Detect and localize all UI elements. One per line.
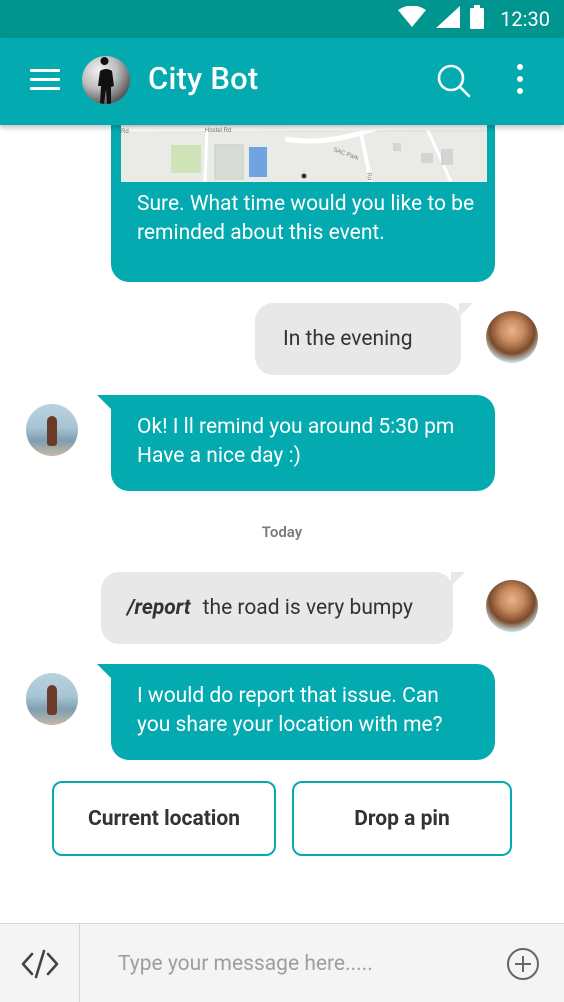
- drop-a-pin-button[interactable]: Drop a pin: [292, 781, 512, 856]
- search-icon[interactable]: [436, 63, 472, 99]
- command-text: /report: [127, 595, 191, 620]
- map-label: Hostel Rd: [205, 128, 231, 134]
- message-text: Sure. What time would you like to be rem…: [137, 192, 475, 245]
- user-message: /report the road is very bumpy: [101, 572, 465, 644]
- message-text: Ok! I ll remind you around 5:30 pm Have …: [137, 415, 455, 468]
- chat-area[interactable]: Rd Hostel Rd SAC Park Rd Sure. What time…: [0, 125, 564, 923]
- signal-icon: [436, 6, 461, 32]
- message-text: the road is very bumpy: [202, 595, 413, 620]
- bot-avatar-small[interactable]: [26, 404, 78, 456]
- bot-message: I would do report that issue. Can you sh…: [97, 664, 495, 760]
- silhouette-icon: [98, 57, 114, 104]
- wifi-icon: [398, 5, 427, 32]
- bot-avatar-small[interactable]: [26, 673, 78, 725]
- bot-message: Ok! I ll remind you around 5:30 pm Have …: [97, 395, 495, 491]
- composer-bar: [0, 923, 564, 1002]
- message-input[interactable]: [100, 944, 480, 984]
- add-circle-icon[interactable]: [506, 947, 540, 981]
- app-bar: City Bot: [0, 38, 564, 125]
- battery-icon: [470, 5, 485, 33]
- user-avatar[interactable]: [486, 580, 538, 632]
- map-preview[interactable]: Rd Hostel Rd SAC Park Rd: [121, 125, 487, 182]
- bot-avatar[interactable]: [82, 56, 130, 104]
- status-time: 12:30: [500, 7, 550, 31]
- more-vertical-icon[interactable]: [510, 64, 530, 98]
- map-label: Rd: [121, 129, 129, 135]
- map-image: Rd Hostel Rd SAC Park Rd: [121, 125, 487, 182]
- status-icons: 12:30: [398, 0, 550, 38]
- date-divider: Today: [261, 523, 303, 541]
- current-location-button[interactable]: Current location: [52, 781, 276, 856]
- status-bar: 12:30: [0, 0, 564, 38]
- user-avatar[interactable]: [486, 311, 538, 363]
- user-message: In the evening: [255, 303, 473, 375]
- code-icon[interactable]: [0, 924, 80, 1002]
- app-title: City Bot: [148, 60, 259, 97]
- message-text: In the evening: [283, 326, 413, 351]
- message-text: I would do report that issue. Can you sh…: [137, 684, 443, 737]
- menu-icon[interactable]: [30, 69, 60, 93]
- bot-message-map: Rd Hostel Rd SAC Park Rd Sure. What time…: [111, 125, 495, 282]
